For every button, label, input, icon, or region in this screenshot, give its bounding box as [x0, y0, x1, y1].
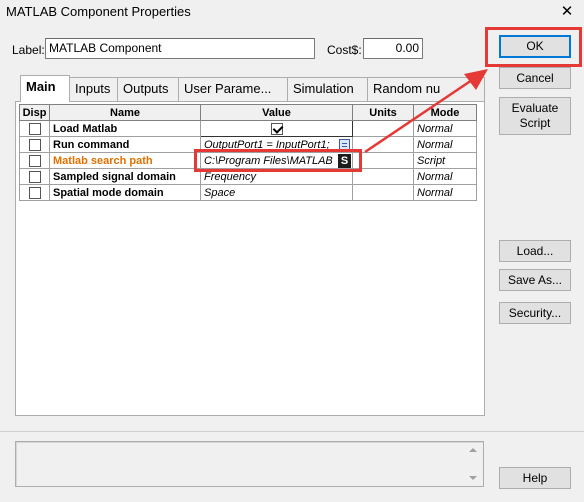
- arrow-head: [464, 69, 488, 90]
- save-as-button[interactable]: Save As...: [499, 269, 571, 291]
- tab-inputs[interactable]: Inputs: [69, 77, 118, 101]
- ok-button[interactable]: OK: [499, 35, 571, 58]
- evaluate-script-button[interactable]: Evaluate Script: [499, 97, 571, 135]
- disp-checkbox[interactable]: [28, 186, 41, 199]
- param-value-cell[interactable]: [200, 120, 353, 137]
- param-name: Load Matlab: [49, 120, 201, 137]
- param-name: Sampled signal domain: [49, 168, 201, 185]
- close-icon[interactable]: ✕: [555, 1, 579, 23]
- param-mode[interactable]: Normal: [413, 168, 477, 185]
- evaluate-label: Evaluate: [511, 101, 559, 115]
- cost-field[interactable]: 0.00: [363, 38, 423, 59]
- param-mode[interactable]: Normal: [413, 184, 477, 201]
- label-caption: Label:: [12, 43, 45, 57]
- window-title: MATLAB Component Properties: [6, 4, 191, 19]
- separator: [0, 431, 584, 432]
- table-row[interactable]: Spatial mode domain Space Normal: [19, 184, 477, 201]
- col-header-disp[interactable]: Disp: [19, 104, 50, 121]
- param-name: Matlab search path: [49, 152, 201, 169]
- col-header-name[interactable]: Name: [49, 104, 201, 121]
- cancel-button[interactable]: Cancel: [499, 67, 571, 89]
- param-units[interactable]: [352, 184, 414, 201]
- param-name: Spatial mode domain: [49, 184, 201, 201]
- load-button[interactable]: Load...: [499, 240, 571, 262]
- disp-checkbox[interactable]: [28, 122, 41, 135]
- scroll-up-icon[interactable]: [469, 448, 477, 452]
- cost-caption: Cost$:: [327, 43, 362, 57]
- disp-checkbox[interactable]: [28, 154, 41, 167]
- scroll-down-icon[interactable]: [469, 476, 477, 480]
- label-field[interactable]: MATLAB Component: [45, 38, 315, 59]
- tab-main[interactable]: Main: [20, 75, 70, 102]
- description-scrollbar[interactable]: [464, 442, 483, 486]
- disp-checkbox[interactable]: [28, 170, 41, 183]
- tab-user-parameters[interactable]: User Parame...: [178, 77, 288, 101]
- tab-simulation[interactable]: Simulation: [287, 77, 368, 101]
- description-box: [15, 441, 484, 487]
- annotation-highlight-box: [194, 149, 362, 172]
- security-button[interactable]: Security...: [499, 302, 571, 324]
- load-matlab-checkbox[interactable]: [270, 122, 283, 135]
- col-header-value[interactable]: Value: [200, 104, 353, 121]
- disp-checkbox[interactable]: [28, 138, 41, 151]
- tab-outputs[interactable]: Outputs: [117, 77, 179, 101]
- param-name: Run command: [49, 136, 201, 153]
- annotation-arrow: [364, 69, 488, 154]
- script-label: Script: [519, 116, 551, 130]
- help-button[interactable]: Help: [499, 467, 571, 489]
- param-value[interactable]: Space: [200, 184, 353, 201]
- arrow-line: [364, 76, 476, 154]
